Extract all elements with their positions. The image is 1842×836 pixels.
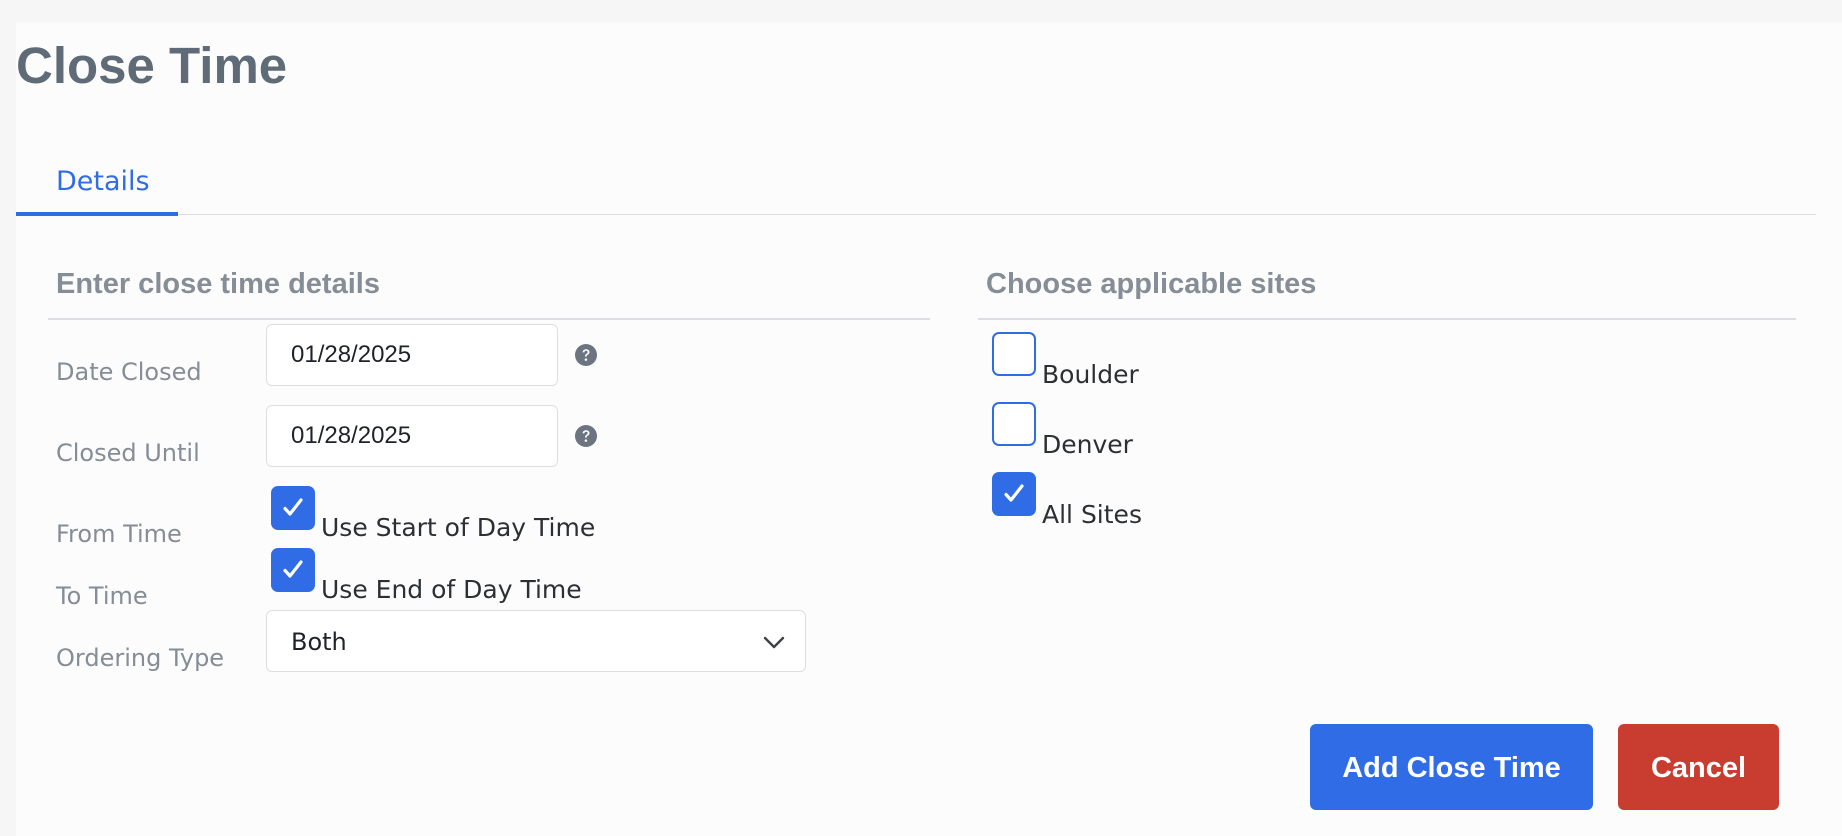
date-closed-label: Date Closed <box>56 358 202 386</box>
from-time-label: From Time <box>56 520 182 548</box>
sites-section-title: Choose applicable sites <box>986 268 1317 300</box>
checkmark-icon <box>1004 484 1024 502</box>
checkmark-icon <box>283 498 303 516</box>
page-title: Close Time <box>16 37 288 94</box>
date-closed-help-icon[interactable] <box>575 344 597 366</box>
close-time-panel: Close Time Details Enter close time deta… <box>16 22 1842 836</box>
details-section-divider <box>48 318 930 320</box>
use-start-of-day-checkbox[interactable] <box>271 486 315 530</box>
to-time-label: To Time <box>56 582 148 610</box>
site-denver-label[interactable]: Denver <box>1042 432 1133 457</box>
site-all-sites-checkbox[interactable] <box>992 472 1036 516</box>
closed-until-input[interactable] <box>266 405 558 467</box>
cancel-button[interactable]: Cancel <box>1618 724 1779 810</box>
tab-bar: Details <box>16 142 1816 216</box>
use-end-of-day-label[interactable]: Use End of Day Time <box>321 577 582 602</box>
ordering-type-select[interactable]: Both <box>266 610 806 672</box>
site-denver-checkbox[interactable] <box>992 402 1036 446</box>
closed-until-help-icon[interactable] <box>575 425 597 447</box>
details-section-title: Enter close time details <box>56 268 380 300</box>
ordering-type-value: Both <box>291 628 347 656</box>
site-all-sites-label[interactable]: All Sites <box>1042 502 1142 527</box>
site-boulder-checkbox[interactable] <box>992 332 1036 376</box>
ordering-type-label: Ordering Type <box>56 644 225 672</box>
tab-details[interactable]: Details <box>16 142 178 216</box>
use-end-of-day-checkbox[interactable] <box>271 548 315 592</box>
add-close-time-button[interactable]: Add Close Time <box>1310 724 1593 810</box>
site-boulder-label[interactable]: Boulder <box>1042 362 1139 387</box>
closed-until-label: Closed Until <box>56 439 200 467</box>
checkmark-icon <box>283 560 303 578</box>
chevron-down-icon <box>763 636 785 649</box>
use-start-of-day-label[interactable]: Use Start of Day Time <box>321 515 595 540</box>
tab-details-label: Details <box>56 166 150 197</box>
sites-section-divider <box>978 318 1796 320</box>
date-closed-input[interactable] <box>266 324 558 386</box>
